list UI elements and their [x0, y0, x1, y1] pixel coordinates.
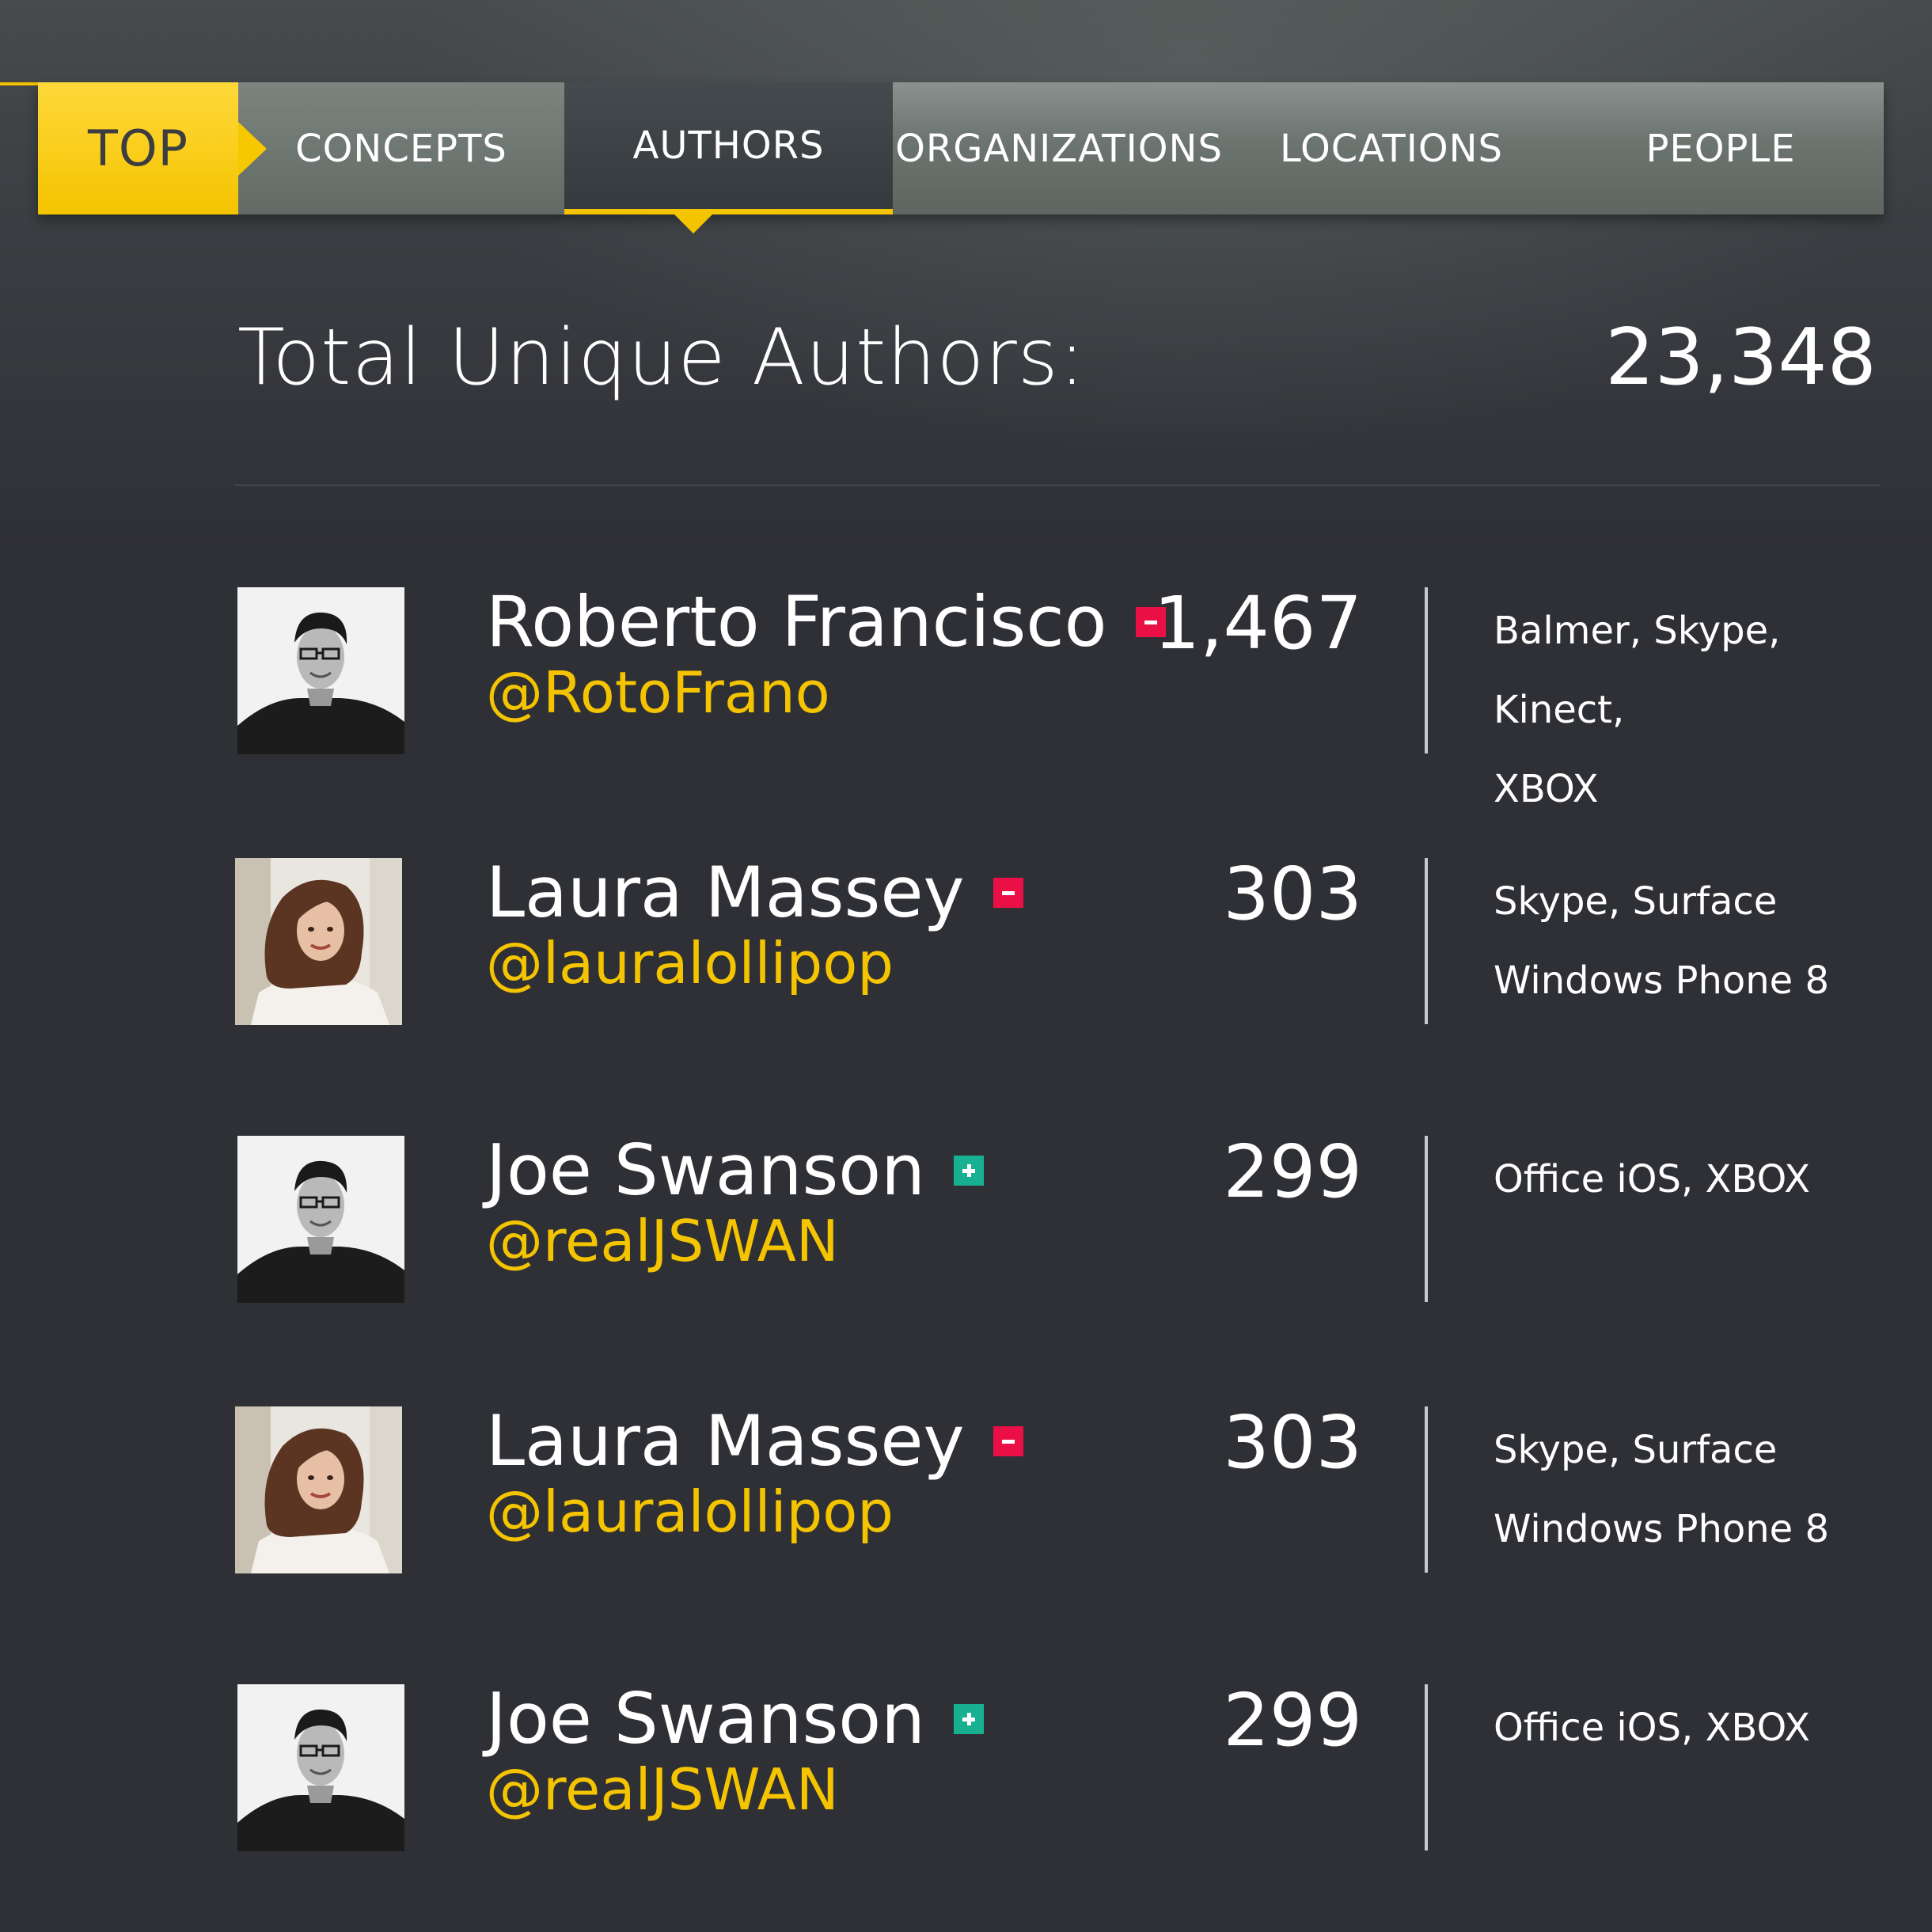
author-count: 303 — [1223, 852, 1362, 936]
trend-plus-icon — [953, 1156, 984, 1186]
tab-concepts[interactable]: CONCEPTS — [238, 82, 564, 214]
column-divider — [1425, 1406, 1428, 1573]
author-handle[interactable]: @lauralollipop — [486, 1483, 894, 1540]
author-handle[interactable]: @lauralollipop — [486, 935, 894, 992]
topics-line: Office iOS, XBOX — [1494, 1706, 1811, 1750]
nav-accent-line — [0, 82, 40, 85]
author-count: 299 — [1223, 1129, 1362, 1214]
avatar — [235, 1406, 402, 1573]
avatar — [235, 858, 402, 1025]
topics-line: Windows Phone 8 — [1494, 958, 1830, 1003]
author-count: 299 — [1223, 1678, 1362, 1763]
active-tab-caret-icon — [671, 211, 715, 233]
avatar — [237, 1136, 404, 1303]
trend-plus-icon — [953, 1704, 984, 1735]
avatar — [237, 587, 404, 754]
author-name[interactable]: Joe Swanson — [486, 1136, 984, 1205]
topics-line: Office iOS, XBOX — [1494, 1157, 1811, 1201]
topics-line: Balmer, Skype, Kinect, — [1494, 609, 1781, 732]
tab-people[interactable]: PEOPLE — [1558, 82, 1884, 214]
author-handle[interactable]: @realJSWAN — [486, 1213, 839, 1270]
column-divider — [1425, 858, 1428, 1024]
author-name[interactable]: Roberto Francisco — [486, 587, 1166, 657]
author-topics: Balmer, Skype, Kinect, XBOX — [1494, 591, 1905, 829]
tab-authors[interactable]: AUTHORS — [564, 82, 893, 214]
author-row[interactable]: Laura Massey @lauralollipop 303 Skype, S… — [0, 1406, 1932, 1577]
divider — [234, 484, 1881, 486]
author-name[interactable]: Joe Swanson — [486, 1684, 984, 1754]
topics-line: XBOX — [1494, 767, 1599, 811]
tab-organizations[interactable]: ORGANIZATIONS — [893, 82, 1225, 214]
author-name[interactable]: Laura Massey — [486, 858, 1023, 928]
category-tab-bar: TOP CONCEPTS AUTHORS ORGANIZATIONS LOCAT… — [38, 82, 1884, 214]
column-divider — [1425, 587, 1428, 753]
author-row[interactable]: Laura Massey @lauralollipop 303 Skype, S… — [0, 858, 1932, 1028]
tab-top-arrow-icon — [238, 122, 267, 176]
author-count: 303 — [1223, 1400, 1362, 1485]
author-topics: Skype, Surface Windows Phone 8 — [1494, 862, 1905, 1020]
author-row[interactable]: Joe Swanson @realJSWAN 299 Office iOS, X… — [0, 1136, 1932, 1306]
total-authors-value: 23,348 — [1605, 313, 1877, 403]
column-divider — [1425, 1136, 1428, 1302]
trend-minus-icon — [993, 1426, 1023, 1457]
author-name[interactable]: Laura Massey — [486, 1406, 1023, 1476]
trend-minus-icon — [993, 878, 1023, 909]
author-topics: Office iOS, XBOX — [1494, 1140, 1905, 1219]
author-topics: Skype, Surface Windows Phone 8 — [1494, 1410, 1905, 1569]
author-handle[interactable]: @realJSWAN — [486, 1761, 839, 1818]
topics-line: Windows Phone 8 — [1494, 1507, 1830, 1551]
topics-line: Skype, Surface — [1494, 1428, 1778, 1472]
author-count: 1,467 — [1153, 581, 1362, 666]
tab-top[interactable]: TOP — [38, 82, 238, 214]
total-authors-label: Total Unique Authors: — [237, 313, 1086, 403]
author-row[interactable]: Joe Swanson @realJSWAN 299 Office iOS, X… — [0, 1684, 1932, 1854]
topics-line: Skype, Surface — [1494, 879, 1778, 924]
tab-locations[interactable]: LOCATIONS — [1225, 82, 1558, 214]
column-divider — [1425, 1684, 1428, 1850]
author-topics: Office iOS, XBOX — [1494, 1688, 1905, 1767]
author-row[interactable]: Roberto Francisco @RotoFrano 1,467 Balme… — [0, 581, 1932, 811]
author-handle[interactable]: @RotoFrano — [486, 664, 830, 721]
avatar — [237, 1684, 404, 1851]
